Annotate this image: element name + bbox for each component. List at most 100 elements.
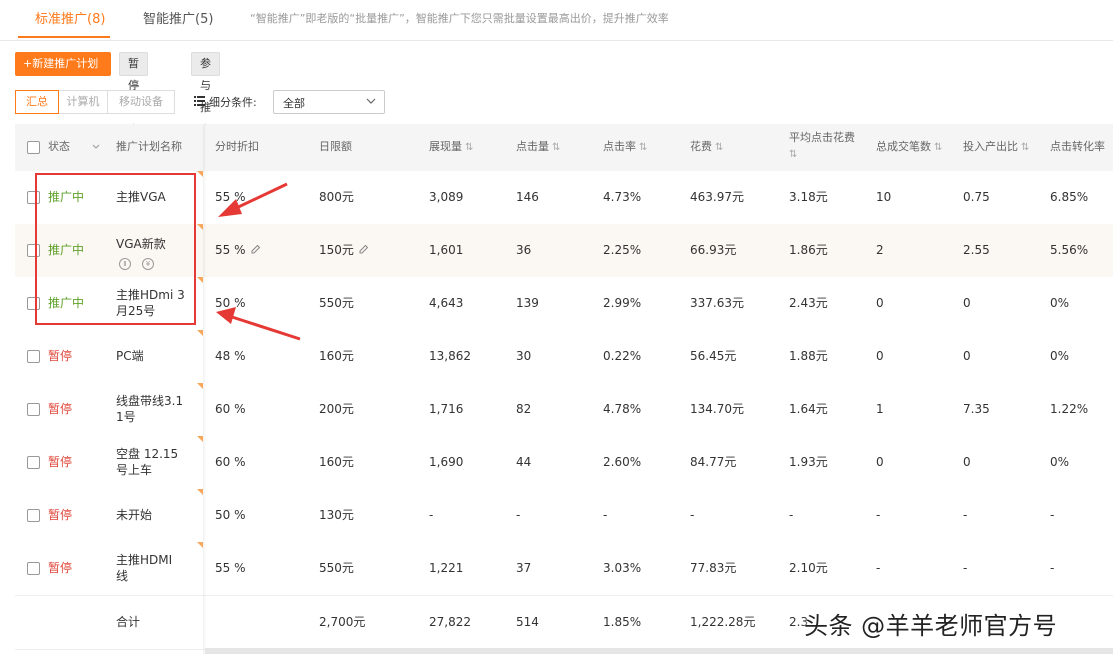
- cell-roi: 0.75: [963, 189, 990, 205]
- cell-cvr: 0%: [1050, 454, 1069, 470]
- cell-cost: 463.97元: [690, 189, 744, 205]
- col-impressions-label: 展现量: [429, 140, 462, 153]
- filter-select[interactable]: 全部: [273, 90, 385, 114]
- cell-ctr: 2.25%: [603, 242, 641, 258]
- cell-roi: 0: [963, 454, 971, 470]
- cell-time-discount: 50 %: [215, 295, 246, 311]
- cell-cost-value: 66.93元: [690, 243, 737, 257]
- table-row[interactable]: 暂停 空盘 12.15 号上车 60 % 160元 1,690 44 2.60% 84.77元 1…: [15, 436, 1113, 490]
- tab-standard[interactable]: 标准推广(8): [35, 8, 105, 27]
- table-row[interactable]: 暂停 未开始 50 % 130元 - - - - - - - -: [15, 489, 1113, 543]
- cell-time-discount-value: 50 %: [215, 296, 246, 310]
- cell-clicks: 82: [516, 401, 531, 417]
- table-row[interactable]: 暂停 线盘带线3.1 1号 60 % 200元 1,716 82 4.78% 134.70元 1.…: [15, 383, 1113, 437]
- cell-cost-value: -: [690, 508, 695, 522]
- segment-summary[interactable]: 汇总: [15, 90, 59, 114]
- join-button[interactable]: 参与推广: [191, 52, 220, 136]
- cell-roi-value: 0: [963, 455, 971, 469]
- segment-pc[interactable]: 计算机: [58, 90, 108, 114]
- status-text[interactable]: 暂停: [48, 348, 72, 364]
- tab-smart[interactable]: 智能推广(5): [143, 8, 213, 27]
- cell-clicks: 37: [516, 560, 531, 576]
- cell-ctr-value: 3.03%: [603, 561, 642, 575]
- cell-impressions: 3,089: [429, 189, 463, 205]
- horizontal-scrollbar[interactable]: [205, 648, 1113, 654]
- row-checkbox[interactable]: [27, 350, 40, 363]
- cell-impressions: -: [429, 507, 433, 523]
- pause-button[interactable]: 暂停推广: [119, 52, 148, 136]
- col-roi-label: 投入产出比: [963, 140, 1018, 153]
- status-text[interactable]: 暂停: [48, 560, 72, 576]
- plan-name-link[interactable]: 主推HDMI 线: [116, 552, 196, 584]
- cell-total-orders: 0: [876, 348, 884, 364]
- sort-icon[interactable]: ⇅: [789, 149, 797, 160]
- cell-impressions-value: 1,716: [429, 402, 464, 416]
- row-checkbox[interactable]: [27, 562, 40, 575]
- cell-ctr-value: 2.60%: [603, 455, 642, 469]
- row-checkbox[interactable]: [27, 509, 40, 522]
- col-ctr[interactable]: 点击率 ⇅: [603, 139, 647, 156]
- cell-clicks-value: -: [516, 508, 521, 522]
- cell-time-discount-value: 55 %: [215, 561, 246, 575]
- cell-avg-cpc-value: 2.10元: [789, 561, 828, 575]
- cell-avg-cpc-value: 3.18元: [789, 190, 828, 204]
- col-cost[interactable]: 花费 ⇅: [690, 139, 723, 156]
- plan-name-link[interactable]: 线盘带线3.1 1号: [116, 393, 196, 425]
- status-text[interactable]: 暂停: [48, 454, 72, 470]
- col-impressions[interactable]: 展现量 ⇅: [429, 139, 473, 156]
- cell-avg-cpc-value: 1.88元: [789, 349, 828, 363]
- cell-cost: 77.83元: [690, 560, 736, 576]
- cell-cvr-value: 6.85%: [1050, 190, 1089, 204]
- select-all-checkbox[interactable]: [27, 141, 40, 154]
- cell-avg-cpc-value: 2.43元: [789, 296, 828, 310]
- plan-name-link[interactable]: PC端: [116, 348, 196, 364]
- cell-ctr: 3.03%: [603, 560, 641, 576]
- cell-clicks-value: 30: [516, 349, 532, 363]
- cell-impressions-value: 4,643: [429, 296, 464, 310]
- col-status[interactable]: 状态: [48, 139, 70, 155]
- active-tab-underline: [18, 36, 110, 38]
- sort-icon[interactable]: ⇅: [715, 142, 723, 153]
- cell-time-discount-value: 60 %: [215, 402, 246, 416]
- plan-type-tabs: 标准推广(8) 智能推广(5) “智能推广”即老版的“批量推广”，智能推广下您只…: [0, 0, 1113, 41]
- cell-time-discount: 60 %: [215, 401, 246, 417]
- sort-icon[interactable]: ⇅: [934, 142, 942, 153]
- plan-name-link[interactable]: 空盘 12.15 号上车: [116, 446, 196, 478]
- row-checkbox[interactable]: [27, 403, 40, 416]
- cell-impressions: 1,690: [429, 454, 463, 470]
- plan-name-link[interactable]: 未开始: [116, 507, 196, 523]
- cell-time-discount-value: 55 %: [215, 190, 246, 204]
- status-text[interactable]: 暂停: [48, 401, 72, 417]
- table-row[interactable]: 暂停 主推HDMI 线 55 % 550元 1,221 37 3.03% 77.83元 2.10元…: [15, 542, 1113, 596]
- cell-ctr: -: [603, 507, 607, 523]
- cell-time-discount[interactable]: 55 %: [215, 242, 261, 258]
- cell-total-orders-value: 10: [876, 190, 892, 204]
- edit-pencil-icon[interactable]: [358, 244, 369, 255]
- cell-total-orders-value: 0: [876, 349, 884, 363]
- col-roi[interactable]: 投入产出比 ⇅: [963, 139, 1029, 156]
- sort-icon[interactable]: ⇅: [639, 142, 647, 153]
- cell-roi: 0: [963, 348, 971, 364]
- plan-name-line1: 主推HDMI: [116, 553, 173, 567]
- edit-pencil-icon[interactable]: [250, 244, 261, 255]
- table-row[interactable]: 暂停 PC端 48 % 160元 13,862 30 0.22% 56.45元 1.88元 0 0 0…: [15, 330, 1113, 384]
- total-ctr: 1.85%: [603, 615, 642, 629]
- chevron-down-icon[interactable]: [92, 144, 100, 149]
- cell-cost: 84.77元: [690, 454, 736, 470]
- sort-icon[interactable]: ⇅: [465, 142, 473, 153]
- sort-icon[interactable]: ⇅: [552, 142, 560, 153]
- cell-daily-limit[interactable]: 150元: [319, 242, 369, 258]
- cell-cost: 134.70元: [690, 401, 744, 417]
- sort-icon[interactable]: ⇅: [1021, 142, 1029, 153]
- cell-cost-value: 463.97元: [690, 190, 744, 204]
- cell-daily-limit: 550元: [319, 560, 354, 576]
- row-checkbox[interactable]: [27, 456, 40, 469]
- segment-mobile[interactable]: 移动设备: [107, 90, 175, 114]
- total-label: 合计: [116, 615, 141, 629]
- status-text[interactable]: 暂停: [48, 507, 72, 523]
- col-clicks[interactable]: 点击量 ⇅: [516, 139, 560, 156]
- col-cost-label: 花费: [690, 140, 712, 153]
- new-plan-button[interactable]: +新建推广计划: [15, 52, 111, 76]
- col-avg-cpc[interactable]: 平均点击花费 ⇅: [789, 130, 855, 163]
- col-total-orders[interactable]: 总成交笔数 ⇅: [876, 139, 942, 156]
